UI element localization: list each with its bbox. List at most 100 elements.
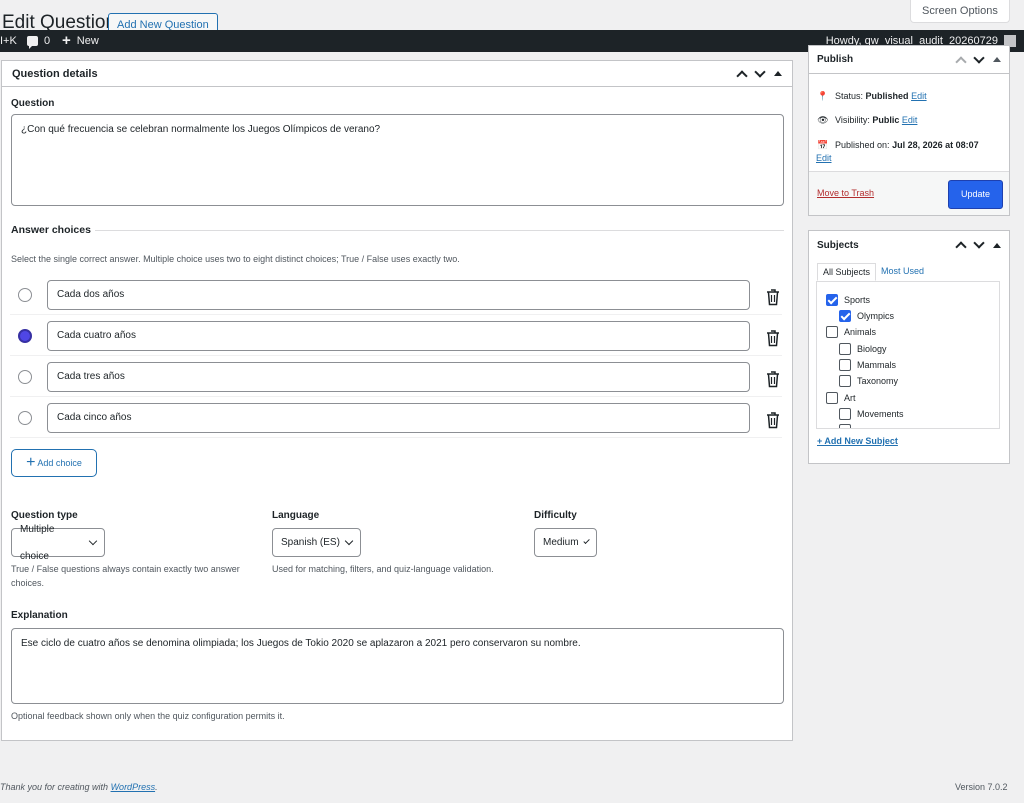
footer-version: Version 7.0.2 (955, 782, 1008, 792)
adminbar-comments[interactable]: 0 (27, 30, 50, 52)
trash-icon[interactable] (766, 289, 780, 306)
comments-count: 0 (44, 35, 51, 47)
move-to-trash-link[interactable]: Move to Trash (817, 188, 874, 198)
question-type-select[interactable]: Multiple choice (11, 524, 105, 562)
edit-status-link[interactable]: Edit (911, 91, 927, 101)
move-down-icon[interactable] (973, 237, 985, 249)
add-new-subject-link[interactable]: + Add New Subject (817, 436, 898, 446)
edit-date-link[interactable]: Edit (816, 153, 832, 163)
trash-icon[interactable] (766, 412, 780, 429)
subject-checkbox-animals[interactable]: Animals (826, 326, 876, 338)
subject-label: Mammals (857, 360, 897, 370)
chevron-down-icon (582, 537, 590, 545)
plus-icon: + (62, 32, 71, 49)
difficulty-value: Medium (543, 537, 579, 548)
question-textarea[interactable]: ¿Con qué frecuencia se celebran normalme… (11, 114, 784, 206)
subject-label: Biology (857, 344, 887, 354)
add-choice-button[interactable]: + Add choice (11, 449, 97, 477)
explanation-label: Explanation (11, 610, 68, 621)
status-label: Status: (835, 91, 864, 101)
status-line: 📍 Status: Published Edit (817, 89, 927, 103)
answer-choice-row: Cada cinco años (10, 397, 782, 438)
footer-thanks-text: Thank you for creating with (0, 782, 111, 792)
subject-checkbox-sports[interactable]: Sports (826, 294, 870, 306)
move-down-icon[interactable] (754, 65, 766, 78)
checkbox[interactable] (826, 392, 838, 404)
language-value: Spanish (ES) (281, 537, 340, 548)
subject-label: Art (844, 393, 856, 403)
screen-options-toggle[interactable]: Screen Options (910, 0, 1010, 36)
move-down-icon[interactable] (973, 51, 985, 64)
adminbar-new[interactable]: + New (62, 30, 99, 52)
trash-icon[interactable] (766, 330, 780, 347)
footer-thanks-suffix: . (155, 782, 158, 792)
checkbox[interactable] (839, 359, 851, 371)
answers-divider (95, 230, 784, 231)
chevron-down-icon (88, 536, 98, 546)
answer-choice-input[interactable]: Cada cinco años (47, 403, 750, 433)
published-label: Published on: (835, 140, 890, 150)
subject-checkbox-taxonomy[interactable]: Taxonomy (839, 375, 898, 387)
subject-checkbox-biology[interactable]: Biology (839, 343, 887, 355)
adminbar-shortcut[interactable]: I+K (0, 30, 17, 52)
explanation-help: Optional feedback shown only when the qu… (11, 711, 285, 721)
checkbox[interactable] (826, 294, 838, 306)
edit-visibility-link[interactable]: Edit (902, 115, 918, 125)
question-label: Question (11, 98, 55, 109)
correct-answer-radio[interactable] (18, 411, 32, 425)
subject-checkbox-art[interactable]: Art (826, 392, 856, 404)
visibility-value: Public (872, 115, 900, 125)
answers-help: Select the single correct answer. Multip… (11, 254, 460, 264)
wordpress-link[interactable]: WordPress (111, 782, 156, 792)
collapse-toggle-icon[interactable] (993, 57, 1001, 62)
checkbox[interactable] (839, 343, 851, 355)
correct-answer-radio[interactable] (18, 288, 32, 302)
language-label: Language (272, 510, 320, 521)
move-up-icon[interactable] (736, 69, 748, 82)
language-select[interactable]: Spanish (ES) (272, 528, 361, 557)
answer-choice-input[interactable]: Cada tres años (47, 362, 750, 392)
tab-most-used[interactable]: Most Used (876, 263, 929, 281)
published-line: 📅 Published on: Jul 28, 2026 at 08:07 (817, 138, 1003, 152)
new-label: New (76, 35, 99, 47)
subject-checkbox-movements[interactable]: Movements (839, 408, 904, 420)
subject-label: Sports (844, 295, 871, 305)
correct-answer-radio[interactable] (18, 329, 32, 343)
eye-icon: 👁 (817, 115, 829, 125)
subject-label: Taxonomy (857, 376, 899, 386)
answer-choice-input[interactable]: Cada dos años (47, 280, 750, 310)
shortcut-label: I+K (0, 35, 17, 47)
collapse-toggle-icon[interactable] (993, 242, 1001, 248)
subject-checkbox-olympics[interactable]: Olympics (839, 310, 894, 322)
answer-choice-input[interactable]: Cada cuatro años (47, 321, 750, 351)
trash-icon[interactable] (766, 371, 780, 388)
subjects-header: Subjects (809, 231, 1009, 259)
subjects-title: Subjects (817, 239, 859, 251)
screen-options-label: Screen Options (922, 5, 998, 17)
subject-label: Movements (857, 409, 904, 419)
move-up-icon[interactable] (955, 55, 967, 68)
question-details-title: Question details (12, 67, 98, 80)
visibility-line: 👁 Visibility: Public Edit (817, 113, 917, 127)
answer-choice-row: Cada tres años (10, 356, 782, 397)
subject-checkbox-mammals[interactable]: Mammals (839, 359, 896, 371)
collapse-toggle-icon[interactable] (774, 71, 782, 76)
add-choice-label: Add choice (37, 458, 82, 468)
checkbox[interactable] (839, 408, 851, 420)
checkbox[interactable] (839, 310, 851, 322)
subjects-checklist: Sports Olympics Animals Biology Mammals … (816, 281, 1000, 429)
checkbox[interactable] (826, 326, 838, 338)
correct-answer-radio[interactable] (18, 370, 32, 384)
move-up-icon[interactable] (955, 241, 967, 253)
question-details-header: Question details (2, 61, 792, 87)
tab-all-subjects[interactable]: All Subjects (817, 263, 877, 281)
update-button[interactable]: Update (948, 180, 1003, 209)
explanation-textarea[interactable]: Ese ciclo de cuatro años se denomina oli… (11, 628, 784, 704)
checkbox[interactable] (839, 375, 851, 387)
comment-icon (27, 36, 38, 49)
difficulty-select[interactable]: Medium (534, 528, 597, 557)
answer-choice-row: Cada dos años (10, 274, 782, 315)
publish-actions: Move to Trash Update (809, 171, 1009, 215)
checkbox[interactable] (839, 424, 851, 428)
publish-box: Publish 📍 Status: Published Edit 👁 Visib… (808, 45, 1010, 216)
